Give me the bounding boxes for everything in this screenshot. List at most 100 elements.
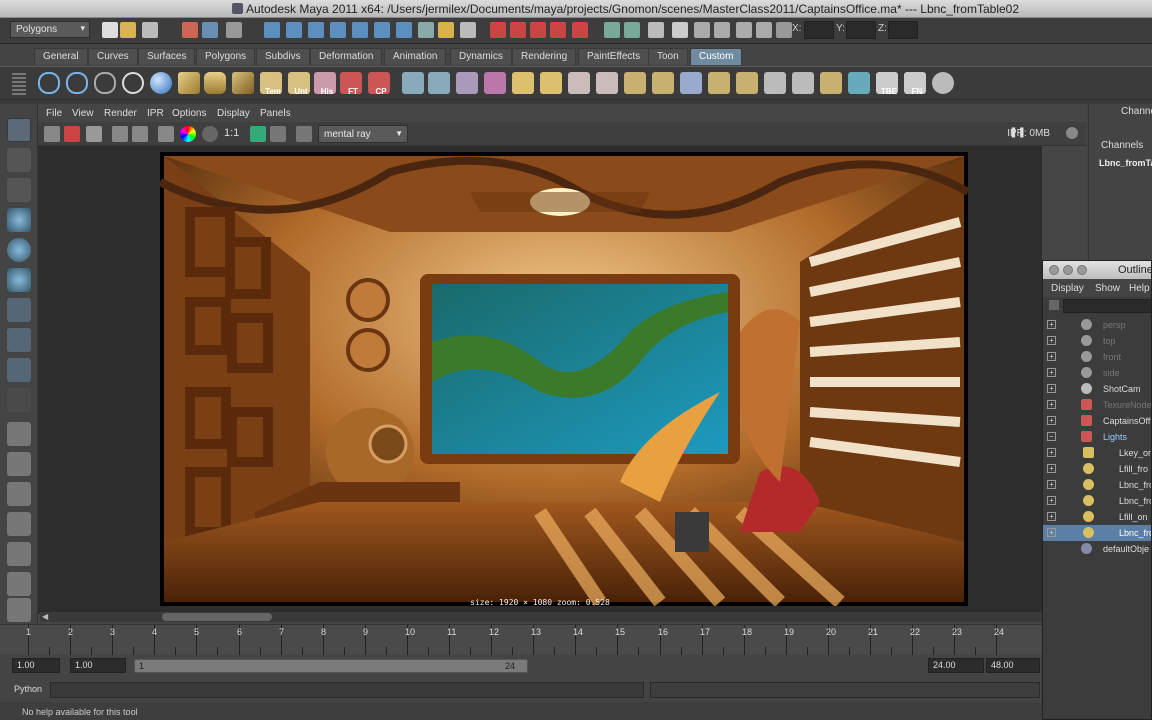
four-view-layout-icon[interactable] — [7, 452, 31, 476]
area-light-icon[interactable] — [456, 72, 478, 94]
outliner-item[interactable]: + Lbnc_fro — [1043, 493, 1151, 509]
center-pivot-icon[interactable]: CP — [368, 72, 390, 96]
tab-custom[interactable]: Custom — [690, 48, 743, 65]
cube-icon[interactable] — [178, 72, 200, 94]
tab-animation[interactable]: Animation — [384, 48, 447, 65]
hypershade-layout-icon[interactable] — [7, 542, 31, 566]
locator-icon[interactable] — [764, 72, 786, 94]
dope-sheet-layout-icon[interactable] — [7, 572, 31, 596]
universal-manipulator-icon[interactable] — [7, 298, 31, 322]
smooth-icon[interactable] — [680, 72, 702, 94]
tab-dynamics[interactable]: Dynamics — [450, 48, 512, 65]
render-region-icon[interactable] — [64, 126, 80, 142]
rgb-channels-icon[interactable] — [158, 126, 174, 142]
menu-file[interactable]: File — [46, 108, 62, 119]
scroll-left-icon[interactable]: ◀ — [42, 612, 48, 621]
scroll-thumb[interactable] — [162, 613, 272, 621]
tab-surfaces[interactable]: Surfaces — [138, 48, 196, 65]
snap-curve-icon[interactable] — [510, 22, 526, 38]
expand-icon[interactable]: + — [1047, 416, 1056, 425]
shelf-grip-icon[interactable] — [12, 73, 26, 95]
outliner-menu-show[interactable]: Show — [1095, 283, 1120, 294]
sphere-icon[interactable] — [150, 72, 172, 94]
time-slider[interactable]: 1 2 3 4 5 6 7 8 9 10 11 12 13 14 15 16 17 18 19 20 21 22 23 24 — [0, 624, 1042, 655]
alpha-channel-icon[interactable] — [202, 126, 218, 142]
untemplate-icon[interactable]: Unt — [288, 72, 310, 96]
open-scene-icon[interactable] — [120, 22, 136, 38]
last-tool-icon[interactable] — [7, 388, 31, 412]
render-view-icon[interactable] — [672, 22, 688, 38]
outliner-menu-help[interactable]: Help — [1129, 283, 1150, 294]
outliner-item[interactable]: + front — [1043, 349, 1151, 365]
channels-tab[interactable]: Channels — [1101, 140, 1143, 151]
snap-grid-icon[interactable] — [490, 22, 506, 38]
move-tool-icon[interactable] — [7, 208, 31, 232]
redo-render-icon[interactable] — [44, 126, 60, 142]
minimize-window-icon[interactable] — [1063, 265, 1073, 275]
playback-end-field[interactable]: 24.00 — [928, 658, 984, 673]
single-perspective-layout-icon[interactable] — [7, 422, 31, 446]
remove-image-icon[interactable] — [270, 126, 286, 142]
bridge-icon[interactable] — [624, 72, 646, 94]
x-field[interactable] — [804, 21, 834, 39]
history-input-icon[interactable] — [604, 22, 620, 38]
menu-ipr[interactable]: IPR — [147, 108, 164, 119]
mask-dynamics-icon[interactable] — [374, 22, 390, 38]
expand-icon[interactable]: + — [1047, 368, 1056, 377]
point-light-icon[interactable] — [402, 72, 424, 94]
command-input[interactable] — [50, 682, 644, 698]
zoom-window-icon[interactable] — [1077, 265, 1087, 275]
menu-view[interactable]: View — [72, 108, 94, 119]
animation-end-field[interactable]: 48.00 — [986, 658, 1040, 673]
expand-icon[interactable]: + — [1047, 352, 1056, 361]
lock-selection-icon[interactable] — [438, 22, 454, 38]
tab-deformation[interactable]: Deformation — [310, 48, 383, 65]
menu-render[interactable]: Render — [104, 108, 137, 119]
template-icon[interactable]: Tem — [260, 72, 282, 96]
outliner-item[interactable]: + Lfill_on — [1043, 509, 1151, 525]
expand-icon[interactable]: + — [1047, 448, 1056, 457]
expand-icon[interactable]: + — [1047, 320, 1056, 329]
horizontal-scrollbar[interactable]: ◀ — [40, 612, 1042, 622]
cv-curve-icon[interactable] — [66, 72, 88, 94]
bevel-icon[interactable] — [540, 72, 562, 94]
freeze-transforms-icon[interactable]: FT — [340, 72, 362, 96]
expand-icon[interactable]: + — [1047, 464, 1056, 473]
camera-select-icon[interactable] — [296, 126, 312, 142]
tab-painteffects[interactable]: PaintEffects — [578, 48, 650, 65]
ipr-icon[interactable] — [112, 126, 128, 142]
merge-vertices-icon[interactable] — [736, 72, 758, 94]
rotate-tool-icon[interactable] — [7, 238, 31, 262]
circle-icon[interactable] — [122, 72, 144, 94]
tab-rendering[interactable]: Rendering — [512, 48, 577, 65]
group-icon[interactable] — [792, 72, 814, 94]
outliner-item[interactable]: + Lkey_on — [1043, 445, 1151, 461]
render-settings-icon[interactable] — [736, 22, 752, 38]
outliner-item[interactable]: + top — [1043, 333, 1151, 349]
refresh-ipr-icon[interactable] — [132, 126, 148, 142]
outliner-item-selected[interactable]: + Lbnc_fro — [1043, 525, 1151, 541]
range-bar[interactable]: 1 24 — [134, 659, 528, 673]
grid-icon[interactable] — [848, 72, 870, 94]
outliner-layout-icon[interactable] — [7, 482, 31, 506]
z-field[interactable] — [888, 21, 918, 39]
snap-point-icon[interactable] — [530, 22, 546, 38]
select-tool-icon[interactable] — [7, 118, 31, 142]
menu-options[interactable]: Options — [172, 108, 206, 119]
mask-curves-icon[interactable] — [308, 22, 324, 38]
snapshot-icon[interactable] — [86, 126, 102, 142]
y-field[interactable] — [846, 21, 876, 39]
mask-rendering-icon[interactable] — [396, 22, 412, 38]
playback-start-field[interactable]: 1.00 — [70, 658, 126, 673]
expand-icon[interactable]: + — [1047, 400, 1056, 409]
expand-icon[interactable]: + — [1047, 496, 1056, 505]
input-mode-icon[interactable] — [776, 22, 792, 38]
mask-handles-icon[interactable] — [264, 22, 280, 38]
construction-history-icon[interactable] — [648, 22, 664, 38]
mask-deformations-icon[interactable] — [352, 22, 368, 38]
fn-icon[interactable]: FN — [904, 72, 926, 96]
scale-tool-icon[interactable] — [7, 268, 31, 292]
expand-icon[interactable]: + — [1047, 384, 1056, 393]
expand-icon[interactable]: + — [1047, 336, 1056, 345]
menu-display[interactable]: Display — [217, 108, 250, 119]
